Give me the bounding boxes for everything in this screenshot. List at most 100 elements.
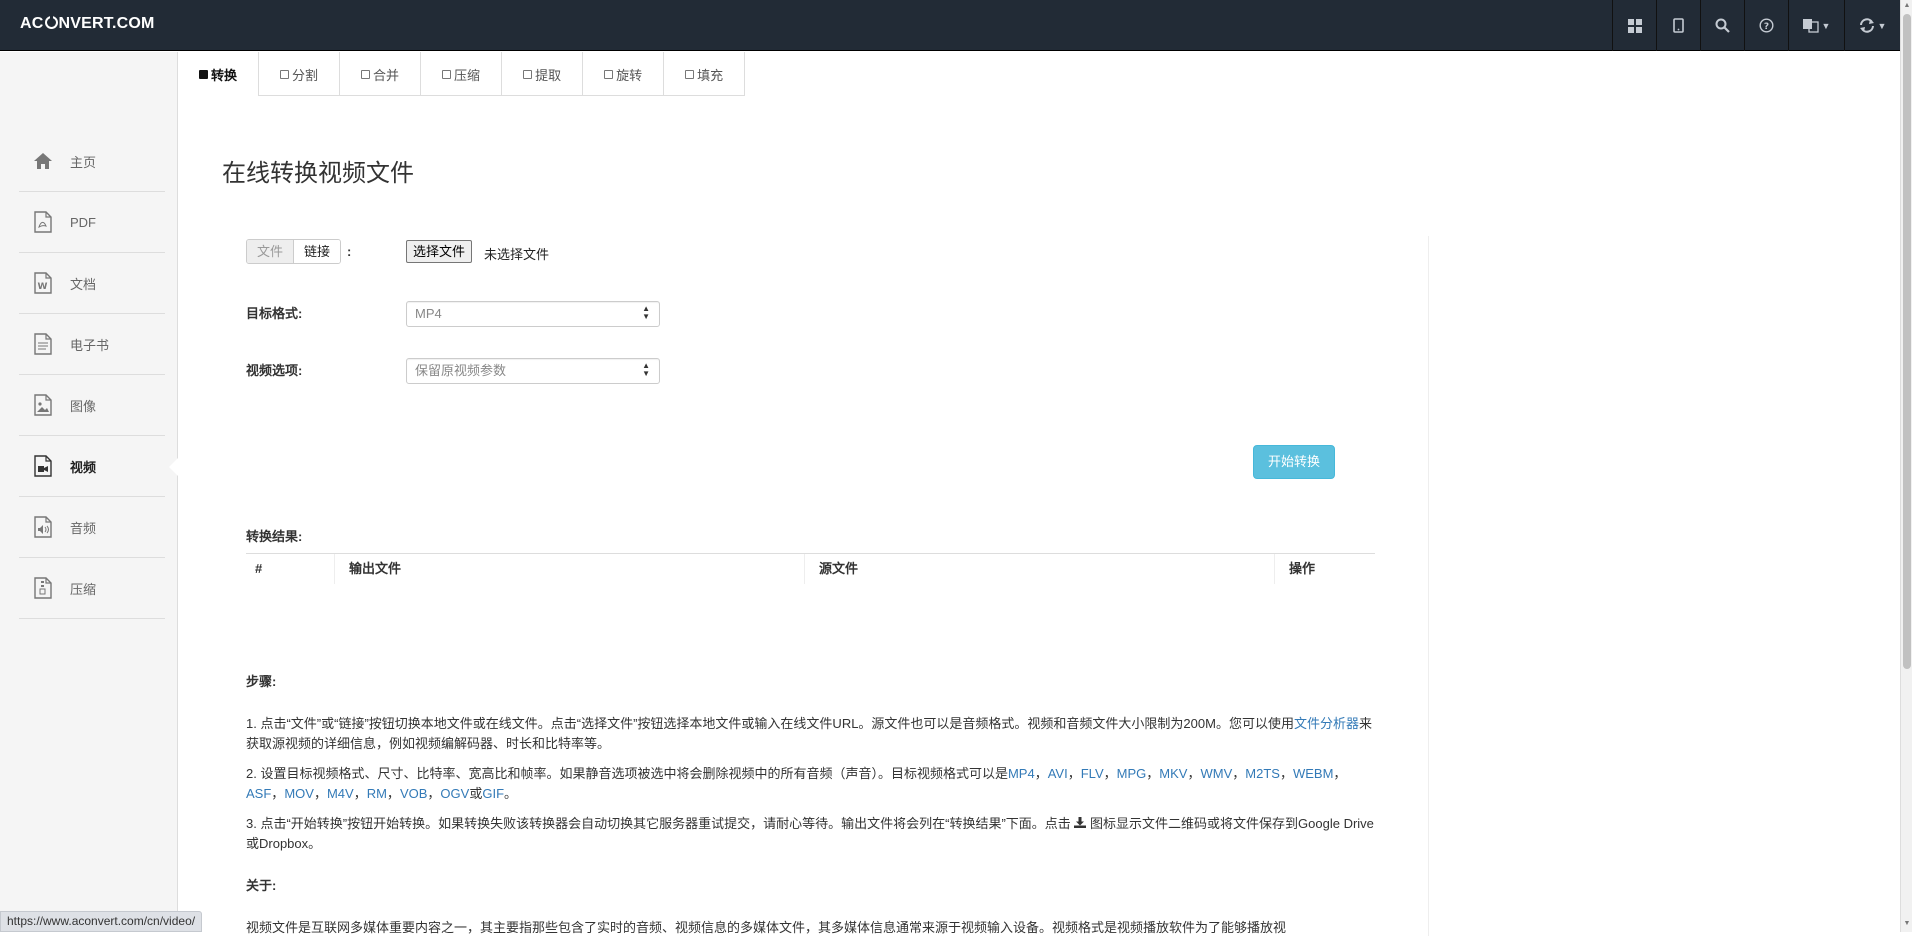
grid-icon[interactable] xyxy=(1612,0,1656,51)
brand-text-right: NVERT.COM xyxy=(58,15,155,32)
sidebar-item-5[interactable]: 视频 xyxy=(19,436,179,497)
format-link[interactable]: M4V xyxy=(327,786,354,801)
target-format-label: 目标格式: xyxy=(246,306,303,321)
format-link[interactable]: GIF xyxy=(482,786,504,801)
checked-square-icon xyxy=(199,69,208,79)
tab-3[interactable]: 压缩 xyxy=(421,52,503,96)
format-link[interactable]: VOB xyxy=(400,786,427,801)
status-bar-url: https://www.aconvert.com/cn/video/ xyxy=(0,911,203,932)
language-icon[interactable]: ▼ xyxy=(1788,0,1844,51)
period: 。 xyxy=(504,786,518,801)
sidebar-item-label: 压缩 xyxy=(70,581,97,597)
format-link[interactable]: MPG xyxy=(1117,766,1147,781)
format-link[interactable]: MOV xyxy=(284,786,314,801)
svg-text:?: ? xyxy=(1764,22,1769,32)
file-analyzer-link[interactable]: 文件分析器 xyxy=(1294,716,1359,731)
search-icon[interactable] xyxy=(1700,0,1744,51)
format-link[interactable]: M2TS xyxy=(1245,766,1280,781)
square-icon xyxy=(604,69,614,79)
separator: ， xyxy=(1333,766,1347,781)
format-link[interactable]: WMV xyxy=(1200,766,1232,781)
format-link[interactable]: ASF xyxy=(246,786,271,801)
tab-label: 合并 xyxy=(373,67,400,83)
sidebar-item-4[interactable]: 图像 xyxy=(19,375,165,436)
sidebar-item-3[interactable]: 电子书 xyxy=(19,314,165,375)
chevron-down-icon: ▼ xyxy=(1877,20,1887,31)
text-file-icon xyxy=(32,332,54,356)
separator: ， xyxy=(313,786,327,801)
step-3: 3. 点击“开始转换”按钮开始转换。如果转换失败该转换器会自动切换其它服务器重试… xyxy=(246,814,1376,854)
about-heading: 关于: xyxy=(246,878,277,893)
separator: ， xyxy=(353,786,367,801)
tab-1[interactable]: 分割 xyxy=(259,52,341,96)
target-format-value: MP4 xyxy=(415,306,442,321)
format-link[interactable]: RM xyxy=(367,786,387,801)
start-convert-button[interactable]: 开始转换 xyxy=(1253,445,1335,479)
sidebar-item-6[interactable]: 音频 xyxy=(19,497,165,558)
sidebar-item-label: PDF xyxy=(70,214,96,230)
refresh-icon[interactable]: ▼ xyxy=(1844,0,1900,51)
format-link[interactable]: AVI xyxy=(1048,766,1068,781)
format-link[interactable]: FLV xyxy=(1081,766,1104,781)
chevron-down-icon: ▼ xyxy=(1821,20,1831,31)
format-link[interactable]: OGV xyxy=(440,786,469,801)
tab-2[interactable]: 合并 xyxy=(340,52,422,96)
format-link[interactable]: WEBM xyxy=(1293,766,1333,781)
scroll-thumb[interactable] xyxy=(1903,14,1911,669)
scroll-down-arrow-icon[interactable]: ▼ xyxy=(1903,920,1911,930)
sidebar-item-2[interactable]: W 文档 xyxy=(19,253,165,314)
audio-file-icon xyxy=(32,515,54,539)
tab-label: 旋转 xyxy=(616,67,643,83)
video-options-label: 视频选项: xyxy=(246,363,303,378)
scroll-up-arrow-icon[interactable]: ▲ xyxy=(1903,2,1911,12)
tab-5[interactable]: 旋转 xyxy=(583,52,665,96)
choose-file-button[interactable]: 选择文件 xyxy=(406,240,473,263)
question-icon[interactable]: ? xyxy=(1744,0,1788,51)
step-2: 2. 设置目标视频格式、尺寸、比特率、宽高比和帧率。如果静音选项被选中将会删除视… xyxy=(246,764,1376,804)
separator: ， xyxy=(427,786,441,801)
col-output-file: 输出文件 xyxy=(334,554,804,584)
tab-label: 压缩 xyxy=(454,67,481,83)
select-arrows-icon: ▲ ▼ xyxy=(642,304,650,321)
separator: ， xyxy=(1034,766,1048,781)
video-options-select[interactable]: 保留原视频参数 ▲ ▼ xyxy=(406,358,660,384)
link-toggle-button[interactable]: 链接 xyxy=(294,240,341,263)
results-label: 转换结果: xyxy=(246,529,303,544)
page-title: 在线转换视频文件 xyxy=(222,160,414,187)
step-2-text: 2. 设置目标视频格式、尺寸、比特率、宽高比和帧率。如果静音选项被选中将会删除视… xyxy=(246,766,1008,781)
video-options-value: 保留原视频参数 xyxy=(415,363,507,378)
tab-0[interactable]: 转换 xyxy=(178,52,260,96)
sidebar-item-label: 电子书 xyxy=(70,337,110,353)
tab-6[interactable]: 填充 xyxy=(664,52,746,96)
step-3-text: 3. 点击“开始转换”按钮开始转换。如果转换失败该转换器会自动切换其它服务器重试… xyxy=(246,816,1071,831)
home-icon xyxy=(32,149,54,173)
target-format-select[interactable]: MP4 ▲ ▼ xyxy=(406,301,660,327)
tab-label: 提取 xyxy=(535,67,562,83)
tab-4[interactable]: 提取 xyxy=(502,52,584,96)
steps-section: 步骤: 1. 点击“文件”或“链接”按钮切换本地文件或在线文件。点击“选择文件”… xyxy=(246,672,1376,948)
format-link[interactable]: MP4 xyxy=(1008,766,1035,781)
step-1-text: 1. 点击“文件”或“链接”按钮切换本地文件或在线文件。点击“选择文件”按钮选择… xyxy=(246,716,1294,731)
separator: ， xyxy=(1279,766,1293,781)
file-status: 未选择文件 xyxy=(484,247,550,262)
sidebar-item-0[interactable]: 主页 xyxy=(19,131,165,192)
sidebar-item-7[interactable]: 压缩 xyxy=(19,558,165,619)
word-file-icon: W xyxy=(32,271,54,295)
sidebar-item-label: 文档 xyxy=(70,276,97,292)
separator: ， xyxy=(271,786,285,801)
power-logo-icon xyxy=(44,15,58,29)
converter-form: 文件 链接 : 选择文件 未选择文件 目标格式: MP4 ▲ ▼ 视频选项: 保留… xyxy=(246,236,1429,936)
file-toggle-button[interactable]: 文件 xyxy=(247,240,295,263)
top-navbar: AC NVERT.COM ? ▼ ▼ xyxy=(0,0,1900,51)
vertical-scrollbar[interactable]: ▲ ▼ xyxy=(1900,0,1912,932)
sidebar-item-1[interactable]: PDF xyxy=(19,192,165,253)
about-text: 视频文件是互联网多媒体重要内容之一，其主要指那些包含了实时的音频、视频信息的多媒… xyxy=(246,920,1287,935)
format-link[interactable]: MKV xyxy=(1159,766,1187,781)
steps-heading: 步骤: xyxy=(246,674,277,689)
separator: ， xyxy=(1067,766,1081,781)
results-table: # 输出文件 源文件 操作 xyxy=(246,553,1375,584)
square-icon xyxy=(280,69,290,79)
tablet-icon[interactable] xyxy=(1656,0,1700,51)
brand-logo[interactable]: AC NVERT.COM xyxy=(20,15,155,33)
step-1: 1. 点击“文件”或“链接”按钮切换本地文件或在线文件。点击“选择文件”按钮选择… xyxy=(246,714,1376,754)
